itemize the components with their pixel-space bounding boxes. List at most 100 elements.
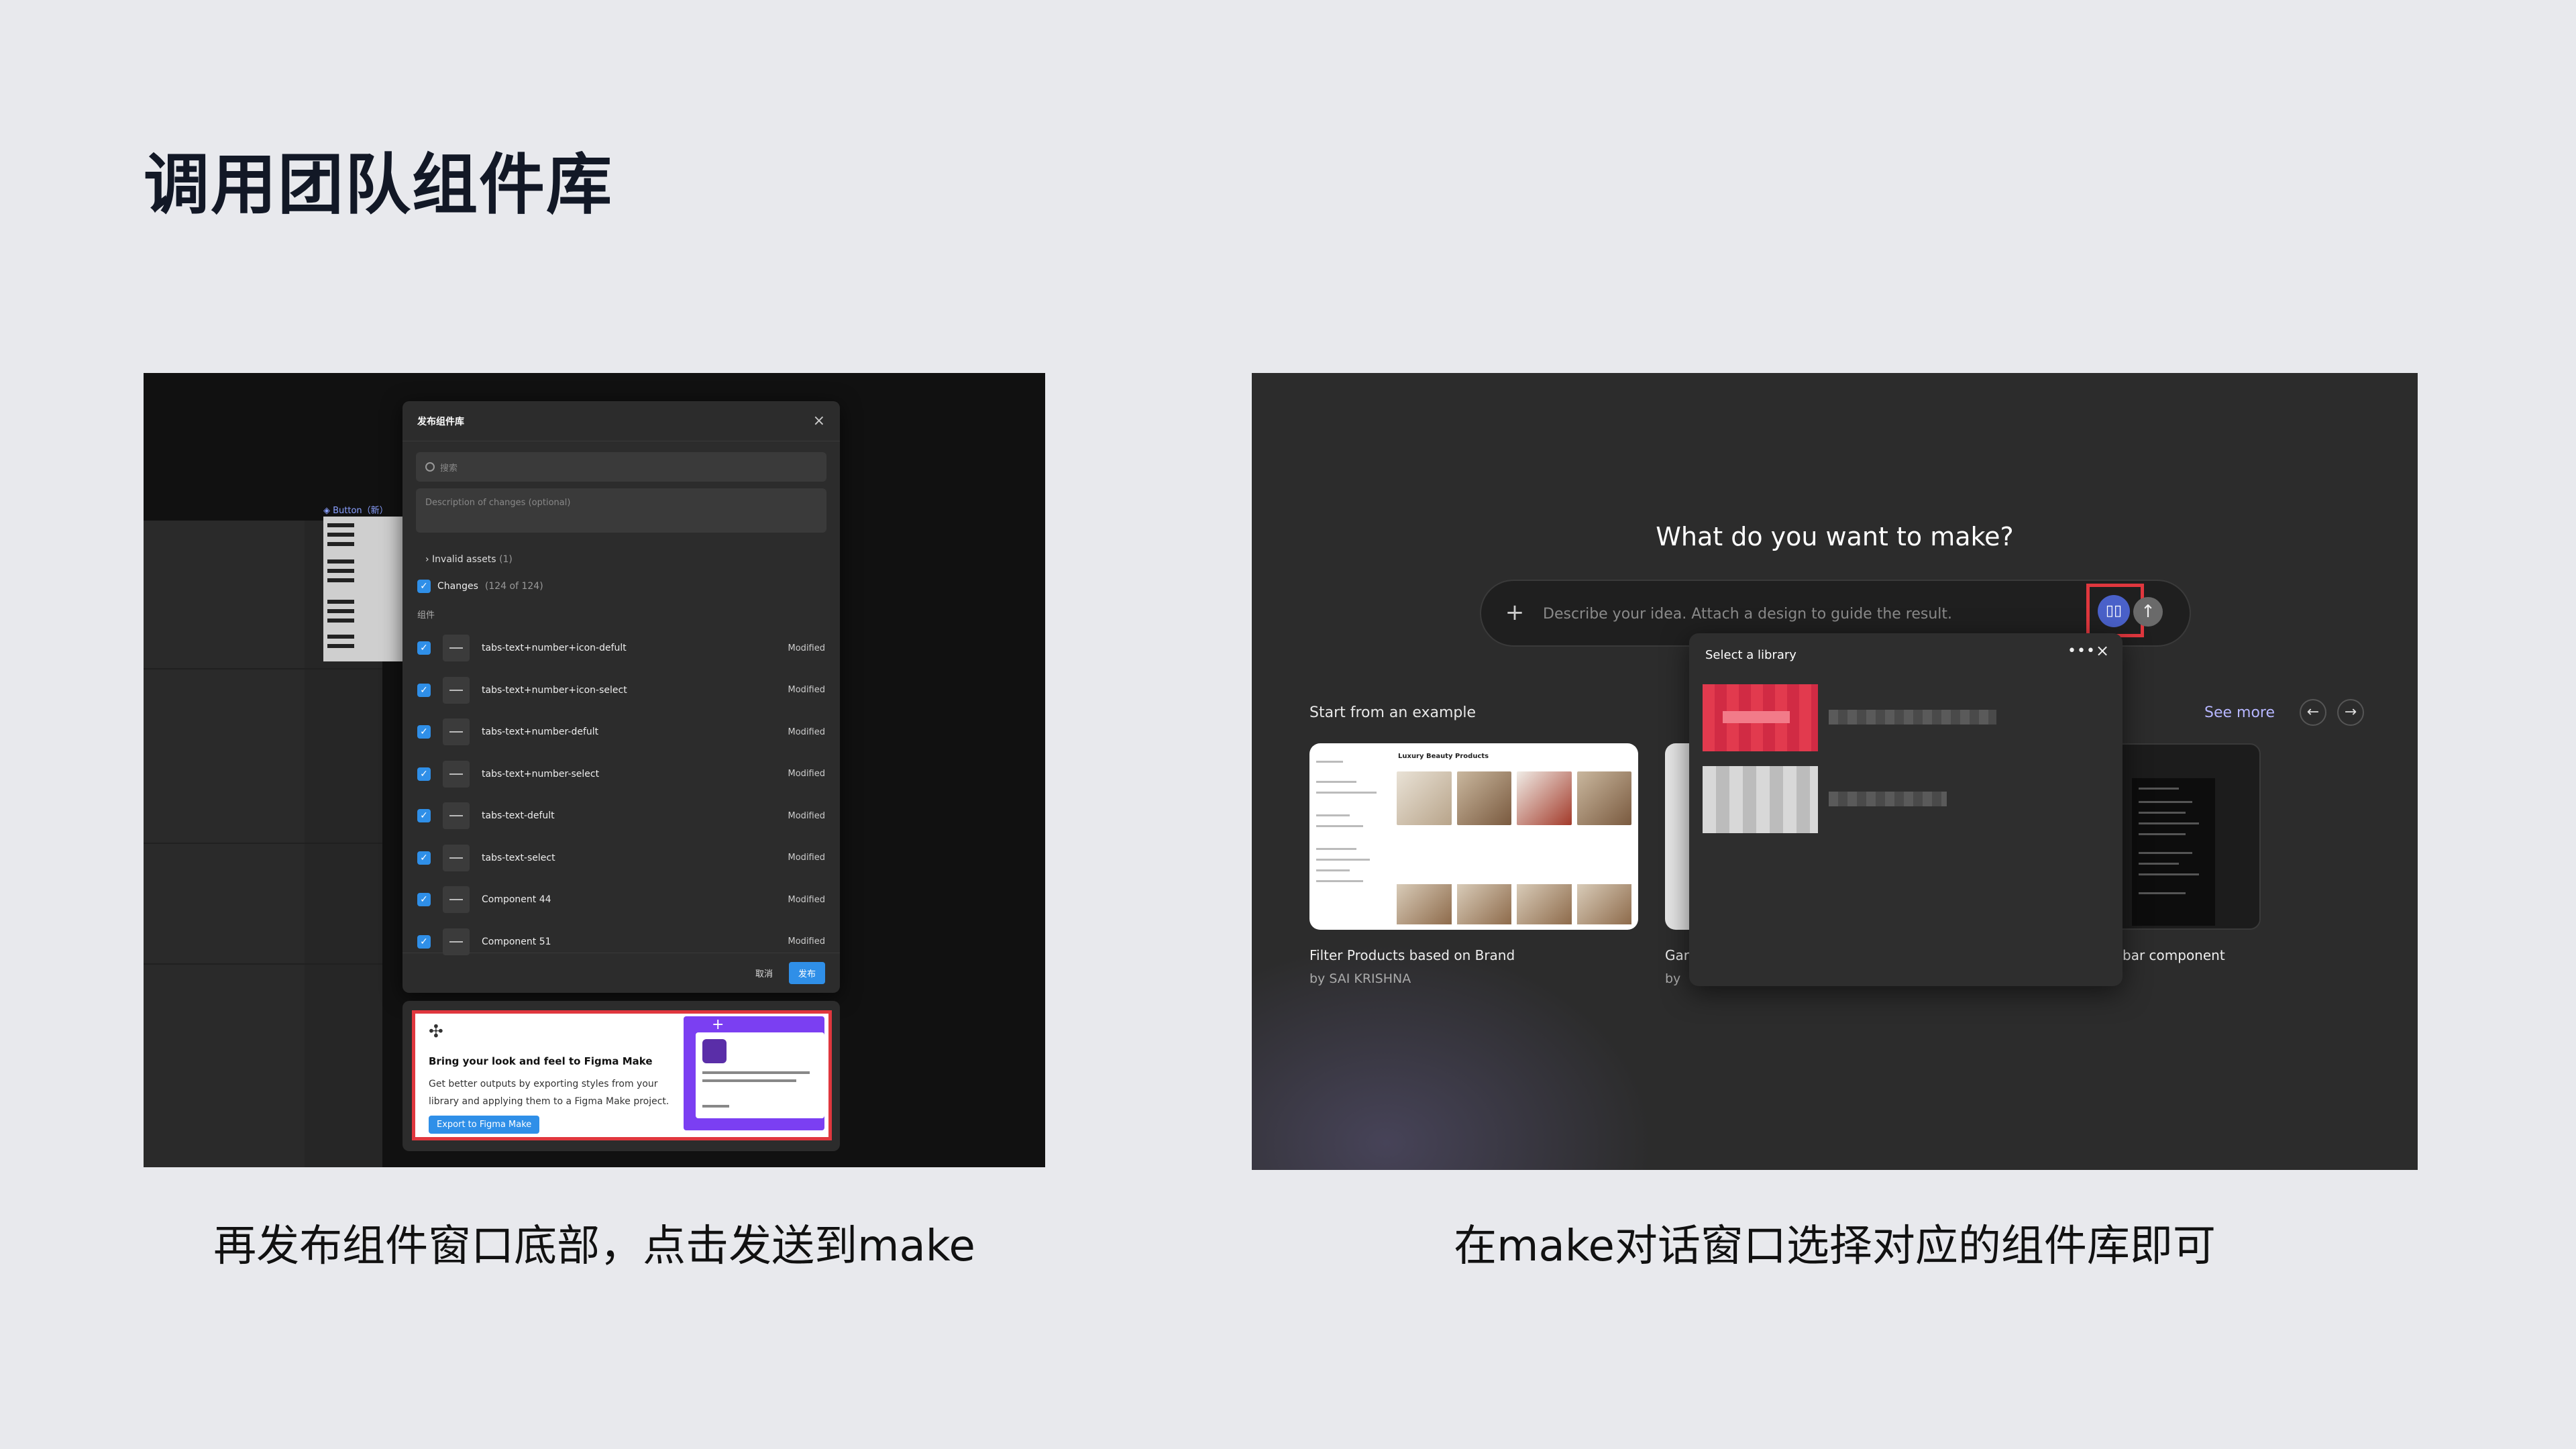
component-thumbnail xyxy=(443,635,470,662)
changes-select-all[interactable]: ✓ Changes (124 of 124) xyxy=(417,580,840,593)
checkbox-icon[interactable]: ✓ xyxy=(417,683,431,697)
component-thumbnail xyxy=(443,676,470,704)
component-status: Modified xyxy=(788,894,825,905)
library-thumbnail xyxy=(1703,766,1818,833)
component-thumbnail xyxy=(443,886,470,914)
invalid-assets-count: (1) xyxy=(499,554,513,565)
example-author: by xyxy=(1665,971,1681,986)
arrow-left-icon[interactable]: ← xyxy=(2300,699,2326,726)
figma-make-export-card: ✣ Bring your look and feel to Figma Make… xyxy=(402,1001,840,1151)
example-title: Gar xyxy=(1665,947,1689,963)
list-item[interactable]: ✓ Component 44 Modified xyxy=(402,879,840,921)
component-name: Component 44 xyxy=(482,894,551,906)
component-status: Modified xyxy=(788,936,825,947)
changes-count: (124 of 124) xyxy=(484,581,543,592)
library-name-redacted xyxy=(1829,792,1947,806)
app-icon xyxy=(702,1039,727,1063)
dialog-title: 发布组件库 xyxy=(417,416,464,427)
library-option[interactable] xyxy=(1703,766,2105,833)
cancel-button[interactable]: 取消 xyxy=(749,963,780,983)
dialog-header: 发布组件库 × xyxy=(402,401,840,441)
checkbox-icon[interactable]: ✓ xyxy=(417,725,431,739)
background-divider xyxy=(144,668,382,669)
more-icon[interactable]: ••• xyxy=(2068,643,2096,659)
library-icon[interactable]: ▯▯ xyxy=(2098,595,2130,627)
list-item[interactable]: ✓ tabs-text-select Modified xyxy=(402,837,840,879)
background-divider xyxy=(144,843,382,844)
search-placeholder: 搜索 xyxy=(440,463,458,474)
library-option[interactable] xyxy=(1703,684,2105,751)
invalid-assets-label: › Invalid assets xyxy=(425,554,496,565)
close-icon[interactable]: × xyxy=(813,413,825,429)
example-card[interactable]: Luxury Beauty Products xyxy=(1309,743,1638,930)
library-name-redacted xyxy=(1829,710,1996,724)
list-item[interactable]: ✓ tabs-text+number+icon-select Modified xyxy=(402,669,840,712)
component-thumbnail xyxy=(443,928,470,955)
component-name: tabs-text+number-defult xyxy=(482,727,599,738)
see-more-link[interactable]: See more xyxy=(2204,704,2275,721)
make-heading: What do you want to make? xyxy=(1656,522,2014,551)
description-field[interactable]: Description of changes (optional) xyxy=(416,488,826,533)
checkbox-icon[interactable]: ✓ xyxy=(417,934,431,949)
start-example-label: Start from an example xyxy=(1309,704,1477,721)
example-title: bar component xyxy=(2123,947,2225,963)
plus-icon[interactable]: + xyxy=(1501,600,1528,627)
arrow-right-icon[interactable]: → xyxy=(2337,699,2364,726)
close-icon[interactable]: × xyxy=(2096,641,2109,660)
caption-right: 在make对话窗口选择对应的组件库即可 xyxy=(1454,1222,2216,1271)
example-author: by SAI KRISHNA xyxy=(1309,971,1411,986)
checkbox-icon[interactable]: ✓ xyxy=(417,767,431,781)
search-input[interactable]: 搜索 xyxy=(416,452,826,482)
slide-title: 调用团队组件库 xyxy=(144,147,614,223)
example-title: Filter Products based on Brand xyxy=(1309,947,1515,963)
checkbox-icon[interactable]: ✓ xyxy=(417,580,431,593)
component-name: tabs-text-select xyxy=(482,852,555,863)
background-layers-panel xyxy=(144,521,305,1167)
components-section-label: 组件 xyxy=(417,610,435,621)
filter-sidebar xyxy=(1316,754,1390,915)
changes-label: Changes xyxy=(437,581,478,592)
figma-make-screenshot: What do you want to make? + ▯▯ ↑ Start f… xyxy=(1252,373,2418,1170)
example-inner-title: Luxury Beauty Products xyxy=(1398,753,1489,760)
send-button[interactable]: ↑ xyxy=(2133,597,2163,627)
make-preview-image: + xyxy=(684,1016,824,1130)
list-item[interactable]: ✓ tabs-text+number-defult Modified xyxy=(402,711,840,753)
dialog-footer: 取消 发布 xyxy=(402,953,840,993)
component-name: tabs-text+number+icon-select xyxy=(482,684,627,696)
caption-left: 再发布组件窗口底部，点击发送到make xyxy=(213,1222,975,1271)
checkbox-icon[interactable]: ✓ xyxy=(417,809,431,823)
publish-library-dialog: 发布组件库 × 搜索 Description of changes (optio… xyxy=(402,401,840,993)
list-item[interactable]: ✓ tabs-text-defult Modified xyxy=(402,795,840,837)
dashboard-sidebar-preview xyxy=(2132,778,2215,926)
export-description: Get better outputs by exporting styles f… xyxy=(429,1079,669,1107)
changes-list: ✓ tabs-text+number+icon-defult Modified … xyxy=(402,627,840,963)
product-grid xyxy=(1397,771,1631,825)
component-name: tabs-text+number-select xyxy=(482,768,600,780)
button-component-preview xyxy=(323,517,415,661)
select-library-popup: Select a library ••• × xyxy=(1689,633,2123,986)
plus-icon: + xyxy=(712,1016,724,1033)
component-name: tabs-text-defult xyxy=(482,810,555,822)
product-grid xyxy=(1397,884,1631,924)
library-thumbnail xyxy=(1703,684,1818,751)
component-thumbnail xyxy=(443,844,470,871)
checkbox-icon[interactable]: ✓ xyxy=(417,851,431,865)
publish-button[interactable]: 发布 xyxy=(788,962,825,984)
component-status: Modified xyxy=(788,643,825,653)
example-card[interactable] xyxy=(2112,743,2261,930)
invalid-assets-toggle[interactable]: › Invalid assets (1) xyxy=(425,554,840,565)
background-divider xyxy=(144,963,382,965)
checkbox-icon[interactable]: ✓ xyxy=(417,641,431,655)
popup-title: Select a library xyxy=(1705,648,1796,662)
component-thumbnail xyxy=(443,760,470,788)
export-to-figma-make-button[interactable]: Export to Figma Make xyxy=(429,1116,540,1134)
list-item[interactable]: ✓ tabs-text+number+icon-defult Modified xyxy=(402,627,840,669)
checkbox-icon[interactable]: ✓ xyxy=(417,893,431,907)
button-component-label: ◈ Button（新） xyxy=(323,506,388,516)
list-item[interactable]: ✓ tabs-text+number-select Modified xyxy=(402,753,840,796)
sparkle-icon: ✣ xyxy=(429,1022,443,1042)
component-name: tabs-text+number+icon-defult xyxy=(482,643,627,654)
component-status: Modified xyxy=(788,810,825,821)
prompt-input[interactable] xyxy=(1543,602,2066,625)
component-status: Modified xyxy=(788,853,825,863)
